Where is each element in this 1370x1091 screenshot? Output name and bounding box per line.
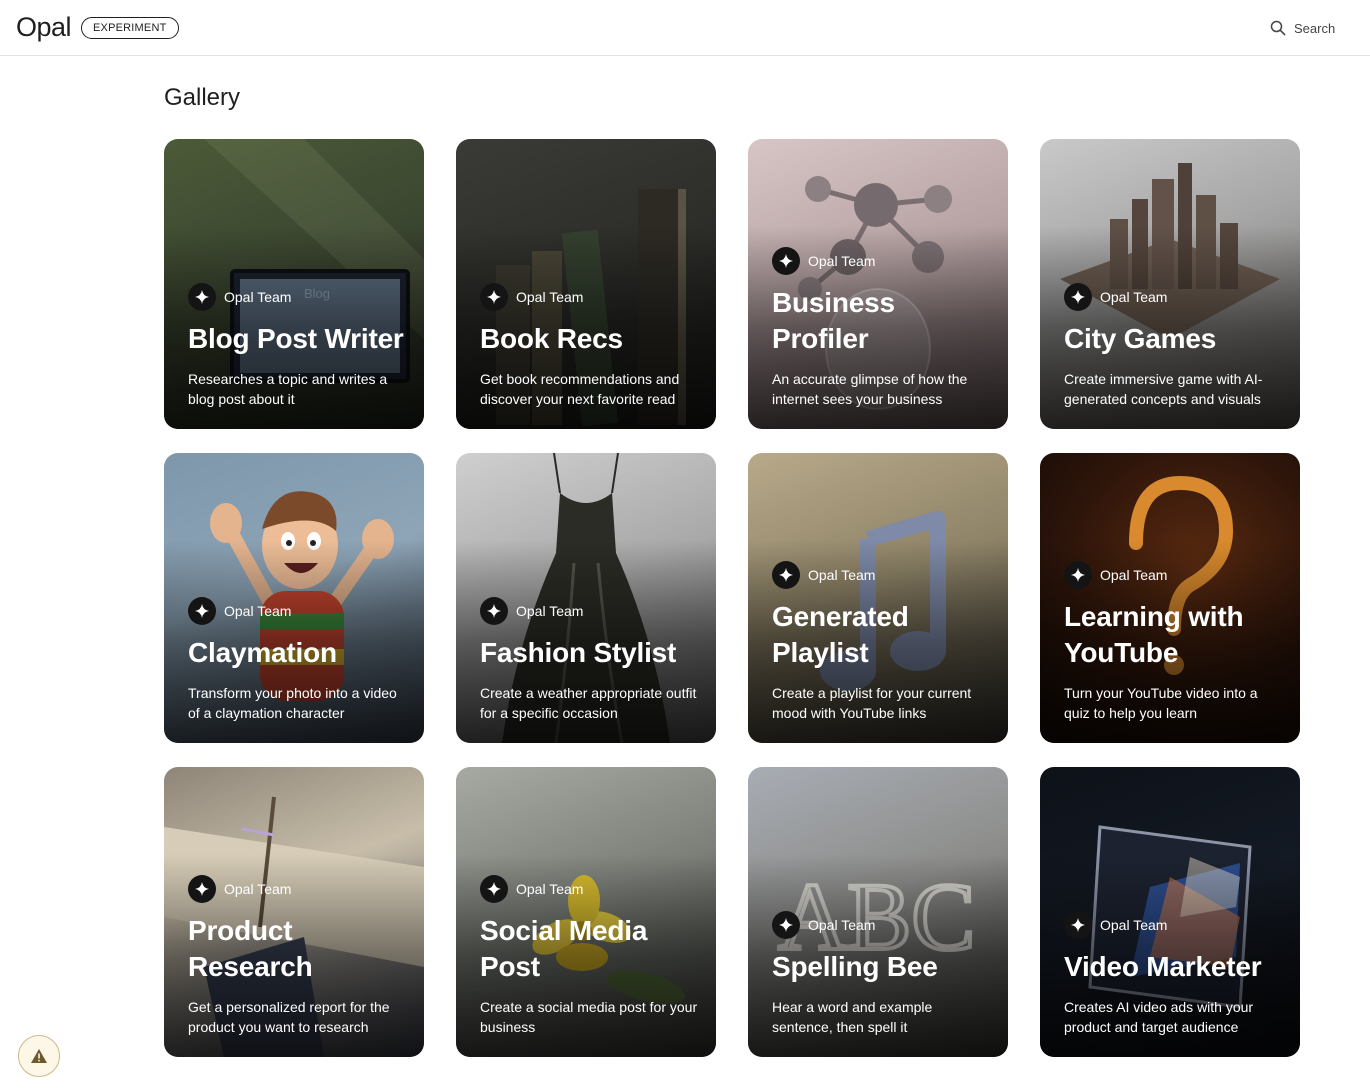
sparkle-icon bbox=[188, 283, 216, 311]
gallery-card-city-games[interactable]: Opal Team City Games Create immersive ga… bbox=[1040, 139, 1300, 429]
gallery-card-fashion-stylist[interactable]: Opal Team Fashion Stylist Create a weath… bbox=[456, 453, 716, 743]
sparkle-icon bbox=[772, 911, 800, 939]
sparkle-icon bbox=[1064, 283, 1092, 311]
card-author-name: Opal Team bbox=[516, 603, 584, 619]
card-title: Learning with YouTube bbox=[1064, 601, 1244, 668]
card-description: Turn your YouTube video into a quiz to h… bbox=[1064, 685, 1258, 721]
gallery-card-video-marketer[interactable]: Opal Team Video Marketer Creates AI vide… bbox=[1040, 767, 1300, 1057]
card-author-name: Opal Team bbox=[224, 603, 292, 619]
gallery-card-product-research[interactable]: Opal Team Product Research Get a persona… bbox=[164, 767, 424, 1057]
top-bar: Opal EXPERIMENT Search bbox=[0, 0, 1370, 56]
sparkle-icon bbox=[480, 283, 508, 311]
card-description: Creates AI video ads with your product a… bbox=[1064, 999, 1254, 1035]
card-author-name: Opal Team bbox=[516, 289, 584, 305]
opal-logo[interactable]: Opal bbox=[16, 12, 72, 43]
sparkle-icon bbox=[480, 875, 508, 903]
card-info: Opal Team Product Research Get a persona… bbox=[188, 875, 408, 1037]
sparkle-icon bbox=[480, 597, 508, 625]
gallery-card-spelling-bee[interactable]: ABC Opal Team Spelling Bee Hear a word a… bbox=[748, 767, 1008, 1057]
card-description: Create a weather appropriate outfit for … bbox=[480, 685, 697, 721]
card-title: Fashion Stylist bbox=[480, 637, 677, 668]
search-icon bbox=[1270, 20, 1286, 36]
card-title: Generated Playlist bbox=[772, 601, 909, 668]
card-title: Product Research bbox=[188, 915, 313, 982]
sparkle-icon bbox=[188, 875, 216, 903]
sparkle-icon bbox=[188, 597, 216, 625]
card-author: Opal Team bbox=[188, 875, 408, 903]
card-description: An accurate glimpse of how the internet … bbox=[772, 371, 968, 407]
card-author: Opal Team bbox=[480, 875, 700, 903]
card-author-name: Opal Team bbox=[1100, 917, 1168, 933]
sparkle-icon bbox=[1064, 561, 1092, 589]
page-title: Gallery bbox=[164, 84, 241, 111]
warning-icon bbox=[31, 1049, 47, 1063]
gallery-card-generated-playlist[interactable]: Opal Team Generated Playlist Create a pl… bbox=[748, 453, 1008, 743]
card-author: Opal Team bbox=[1064, 283, 1284, 311]
card-author: Opal Team bbox=[772, 911, 992, 939]
sparkle-icon bbox=[772, 561, 800, 589]
card-author: Opal Team bbox=[188, 283, 408, 311]
experiment-badge: EXPERIMENT bbox=[81, 17, 179, 39]
card-title: Video Marketer bbox=[1064, 951, 1262, 982]
card-author-name: Opal Team bbox=[224, 289, 292, 305]
gallery-card-blog-post-writer[interactable]: Blog Opal Team Blog Post Writer Research… bbox=[164, 139, 424, 429]
card-info: Opal Team City Games Create immersive ga… bbox=[1064, 283, 1284, 409]
card-info: Opal Team Spelling Bee Hear a word and e… bbox=[772, 911, 992, 1037]
card-title: Book Recs bbox=[480, 323, 623, 354]
gallery-card-claymation[interactable]: Opal Team Claymation Transform your phot… bbox=[164, 453, 424, 743]
gallery-card-book-recs[interactable]: Opal Team Book Recs Get book recommendat… bbox=[456, 139, 716, 429]
card-description: Get a personalized report for the produc… bbox=[188, 999, 390, 1035]
card-title: Business Profiler bbox=[772, 287, 895, 354]
gallery-card-business-profiler[interactable]: Opal Team Business Profiler An accurate … bbox=[748, 139, 1008, 429]
card-title: Spelling Bee bbox=[772, 951, 938, 982]
card-info: Opal Team Fashion Stylist Create a weath… bbox=[480, 597, 700, 723]
card-info: Opal Team Learning with YouTube Turn you… bbox=[1064, 561, 1284, 723]
card-description: Researches a topic and writes a blog pos… bbox=[188, 371, 388, 407]
card-author-name: Opal Team bbox=[224, 881, 292, 897]
card-description: Create a playlist for your current mood … bbox=[772, 685, 972, 721]
card-author: Opal Team bbox=[772, 247, 992, 275]
gallery-card-learning-with-youtube[interactable]: Opal Team Learning with YouTube Turn you… bbox=[1040, 453, 1300, 743]
card-author: Opal Team bbox=[1064, 561, 1284, 589]
card-description: Create a social media post for your busi… bbox=[480, 999, 698, 1035]
card-info: Opal Team Video Marketer Creates AI vide… bbox=[1064, 911, 1284, 1037]
card-title: Blog Post Writer bbox=[188, 323, 404, 354]
card-author: Opal Team bbox=[188, 597, 408, 625]
gallery-card-social-media-post[interactable]: Opal Team Social Media Post Create a soc… bbox=[456, 767, 716, 1057]
card-title: Social Media Post bbox=[480, 915, 648, 982]
card-author: Opal Team bbox=[480, 283, 700, 311]
gallery-grid: Blog Opal Team Blog Post Writer Research… bbox=[164, 139, 1300, 1057]
card-author: Opal Team bbox=[480, 597, 700, 625]
card-title: Claymation bbox=[188, 637, 337, 668]
card-info: Opal Team Business Profiler An accurate … bbox=[772, 247, 992, 409]
card-author: Opal Team bbox=[1064, 911, 1284, 939]
card-author: Opal Team bbox=[772, 561, 992, 589]
card-description: Hear a word and example sentence, then s… bbox=[772, 999, 933, 1035]
card-author-name: Opal Team bbox=[1100, 289, 1168, 305]
card-info: Opal Team Book Recs Get book recommendat… bbox=[480, 283, 700, 409]
card-author-name: Opal Team bbox=[516, 881, 584, 897]
search-button[interactable]: Search bbox=[1270, 18, 1335, 38]
card-author-name: Opal Team bbox=[808, 567, 876, 583]
card-title: City Games bbox=[1064, 323, 1217, 354]
sparkle-icon bbox=[772, 247, 800, 275]
card-author-name: Opal Team bbox=[1100, 567, 1168, 583]
card-description: Transform your photo into a video of a c… bbox=[188, 685, 397, 721]
card-info: Opal Team Generated Playlist Create a pl… bbox=[772, 561, 992, 723]
card-description: Get book recommendations and discover yo… bbox=[480, 371, 680, 407]
card-author-name: Opal Team bbox=[808, 253, 876, 269]
sparkle-icon bbox=[1064, 911, 1092, 939]
card-author-name: Opal Team bbox=[808, 917, 876, 933]
card-info: Opal Team Blog Post Writer Researches a … bbox=[188, 283, 408, 409]
search-label: Search bbox=[1294, 20, 1336, 36]
card-description: Create immersive game with AI-generated … bbox=[1064, 371, 1263, 407]
card-info: Opal Team Claymation Transform your phot… bbox=[188, 597, 408, 723]
warning-button[interactable] bbox=[18, 1035, 60, 1077]
card-info: Opal Team Social Media Post Create a soc… bbox=[480, 875, 700, 1037]
